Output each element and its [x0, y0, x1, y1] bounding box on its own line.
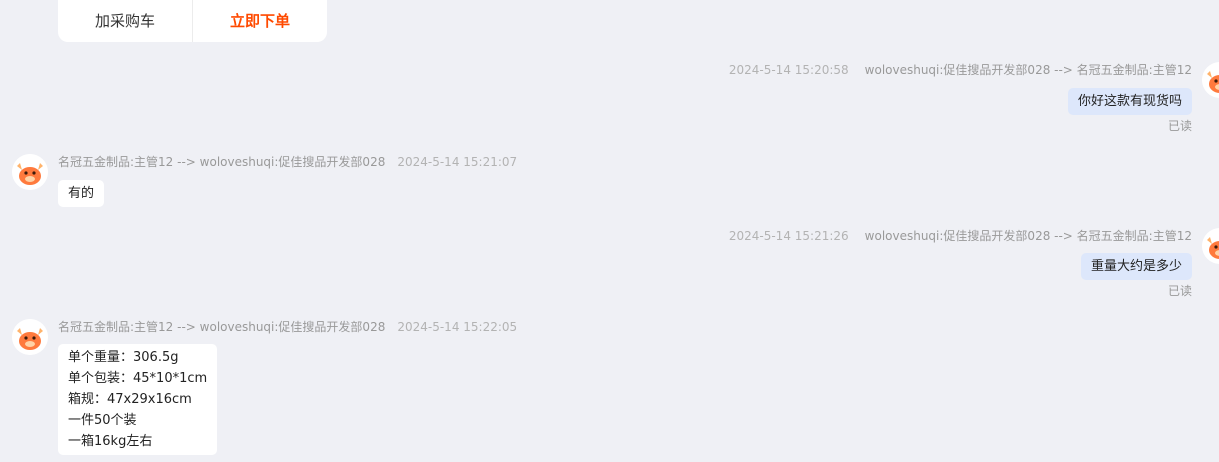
- message-route: 名冠五金制品:主管12 --> woloveshuqi:促佳搜品开发部028: [58, 320, 386, 334]
- message-time: 2024-5-14 15:22:05: [397, 320, 518, 334]
- product-action-card: 加采购车 立即下单: [58, 0, 327, 42]
- message-bubble-outgoing: 重量大约是多少: [1080, 253, 1192, 280]
- message-meta: 2024-5-14 15:20:58 woloveshuqi:促佳搜品开发部028…: [729, 62, 1192, 78]
- read-status: 已读: [1167, 284, 1192, 298]
- message-bubble-incoming: 单个重量：306.5g 单个包装：45*10*1cm 箱规：47x29x16cm…: [58, 344, 218, 455]
- seller-avatar-icon: [12, 319, 48, 355]
- message-time: 2024-5-14 15:21:07: [397, 155, 518, 169]
- message-line: 单个包装：45*10*1cm: [68, 371, 208, 386]
- message-line: 一箱16kg左右: [68, 434, 153, 449]
- seller-avatar-icon: [12, 154, 48, 190]
- message-bubble-outgoing: 你好这款有现货吗: [1067, 88, 1192, 115]
- message-line: 一件50个装: [68, 413, 137, 428]
- message-line: 单个重量：306.5g: [68, 350, 179, 365]
- read-status: 已读: [1167, 119, 1192, 133]
- message-route: woloveshuqi:促佳搜品开发部028 --> 名冠五金制品:主管12: [864, 63, 1192, 77]
- message-line: 箱规：47x29x16cm: [68, 392, 192, 407]
- message-meta: 名冠五金制品:主管12 --> woloveshuqi:促佳搜品开发部028 20…: [58, 154, 517, 170]
- user-avatar-icon: [1202, 228, 1219, 264]
- message-meta: 2024-5-14 15:21:26 woloveshuqi:促佳搜品开发部028…: [729, 228, 1192, 244]
- message-bubble-incoming: 有的: [58, 180, 105, 207]
- message-meta: 名冠五金制品:主管12 --> woloveshuqi:促佳搜品开发部028 20…: [58, 319, 517, 335]
- user-avatar-icon: [1202, 62, 1219, 98]
- message-route: woloveshuqi:促佳搜品开发部028 --> 名冠五金制品:主管12: [864, 229, 1192, 243]
- message-route: 名冠五金制品:主管12 --> woloveshuqi:促佳搜品开发部028: [58, 155, 386, 169]
- add-to-cart-button[interactable]: 加采购车: [58, 0, 193, 42]
- message-time: 2024-5-14 15:21:26: [728, 229, 849, 243]
- message-time: 2024-5-14 15:20:58: [728, 63, 849, 77]
- buy-now-button[interactable]: 立即下单: [193, 0, 327, 42]
